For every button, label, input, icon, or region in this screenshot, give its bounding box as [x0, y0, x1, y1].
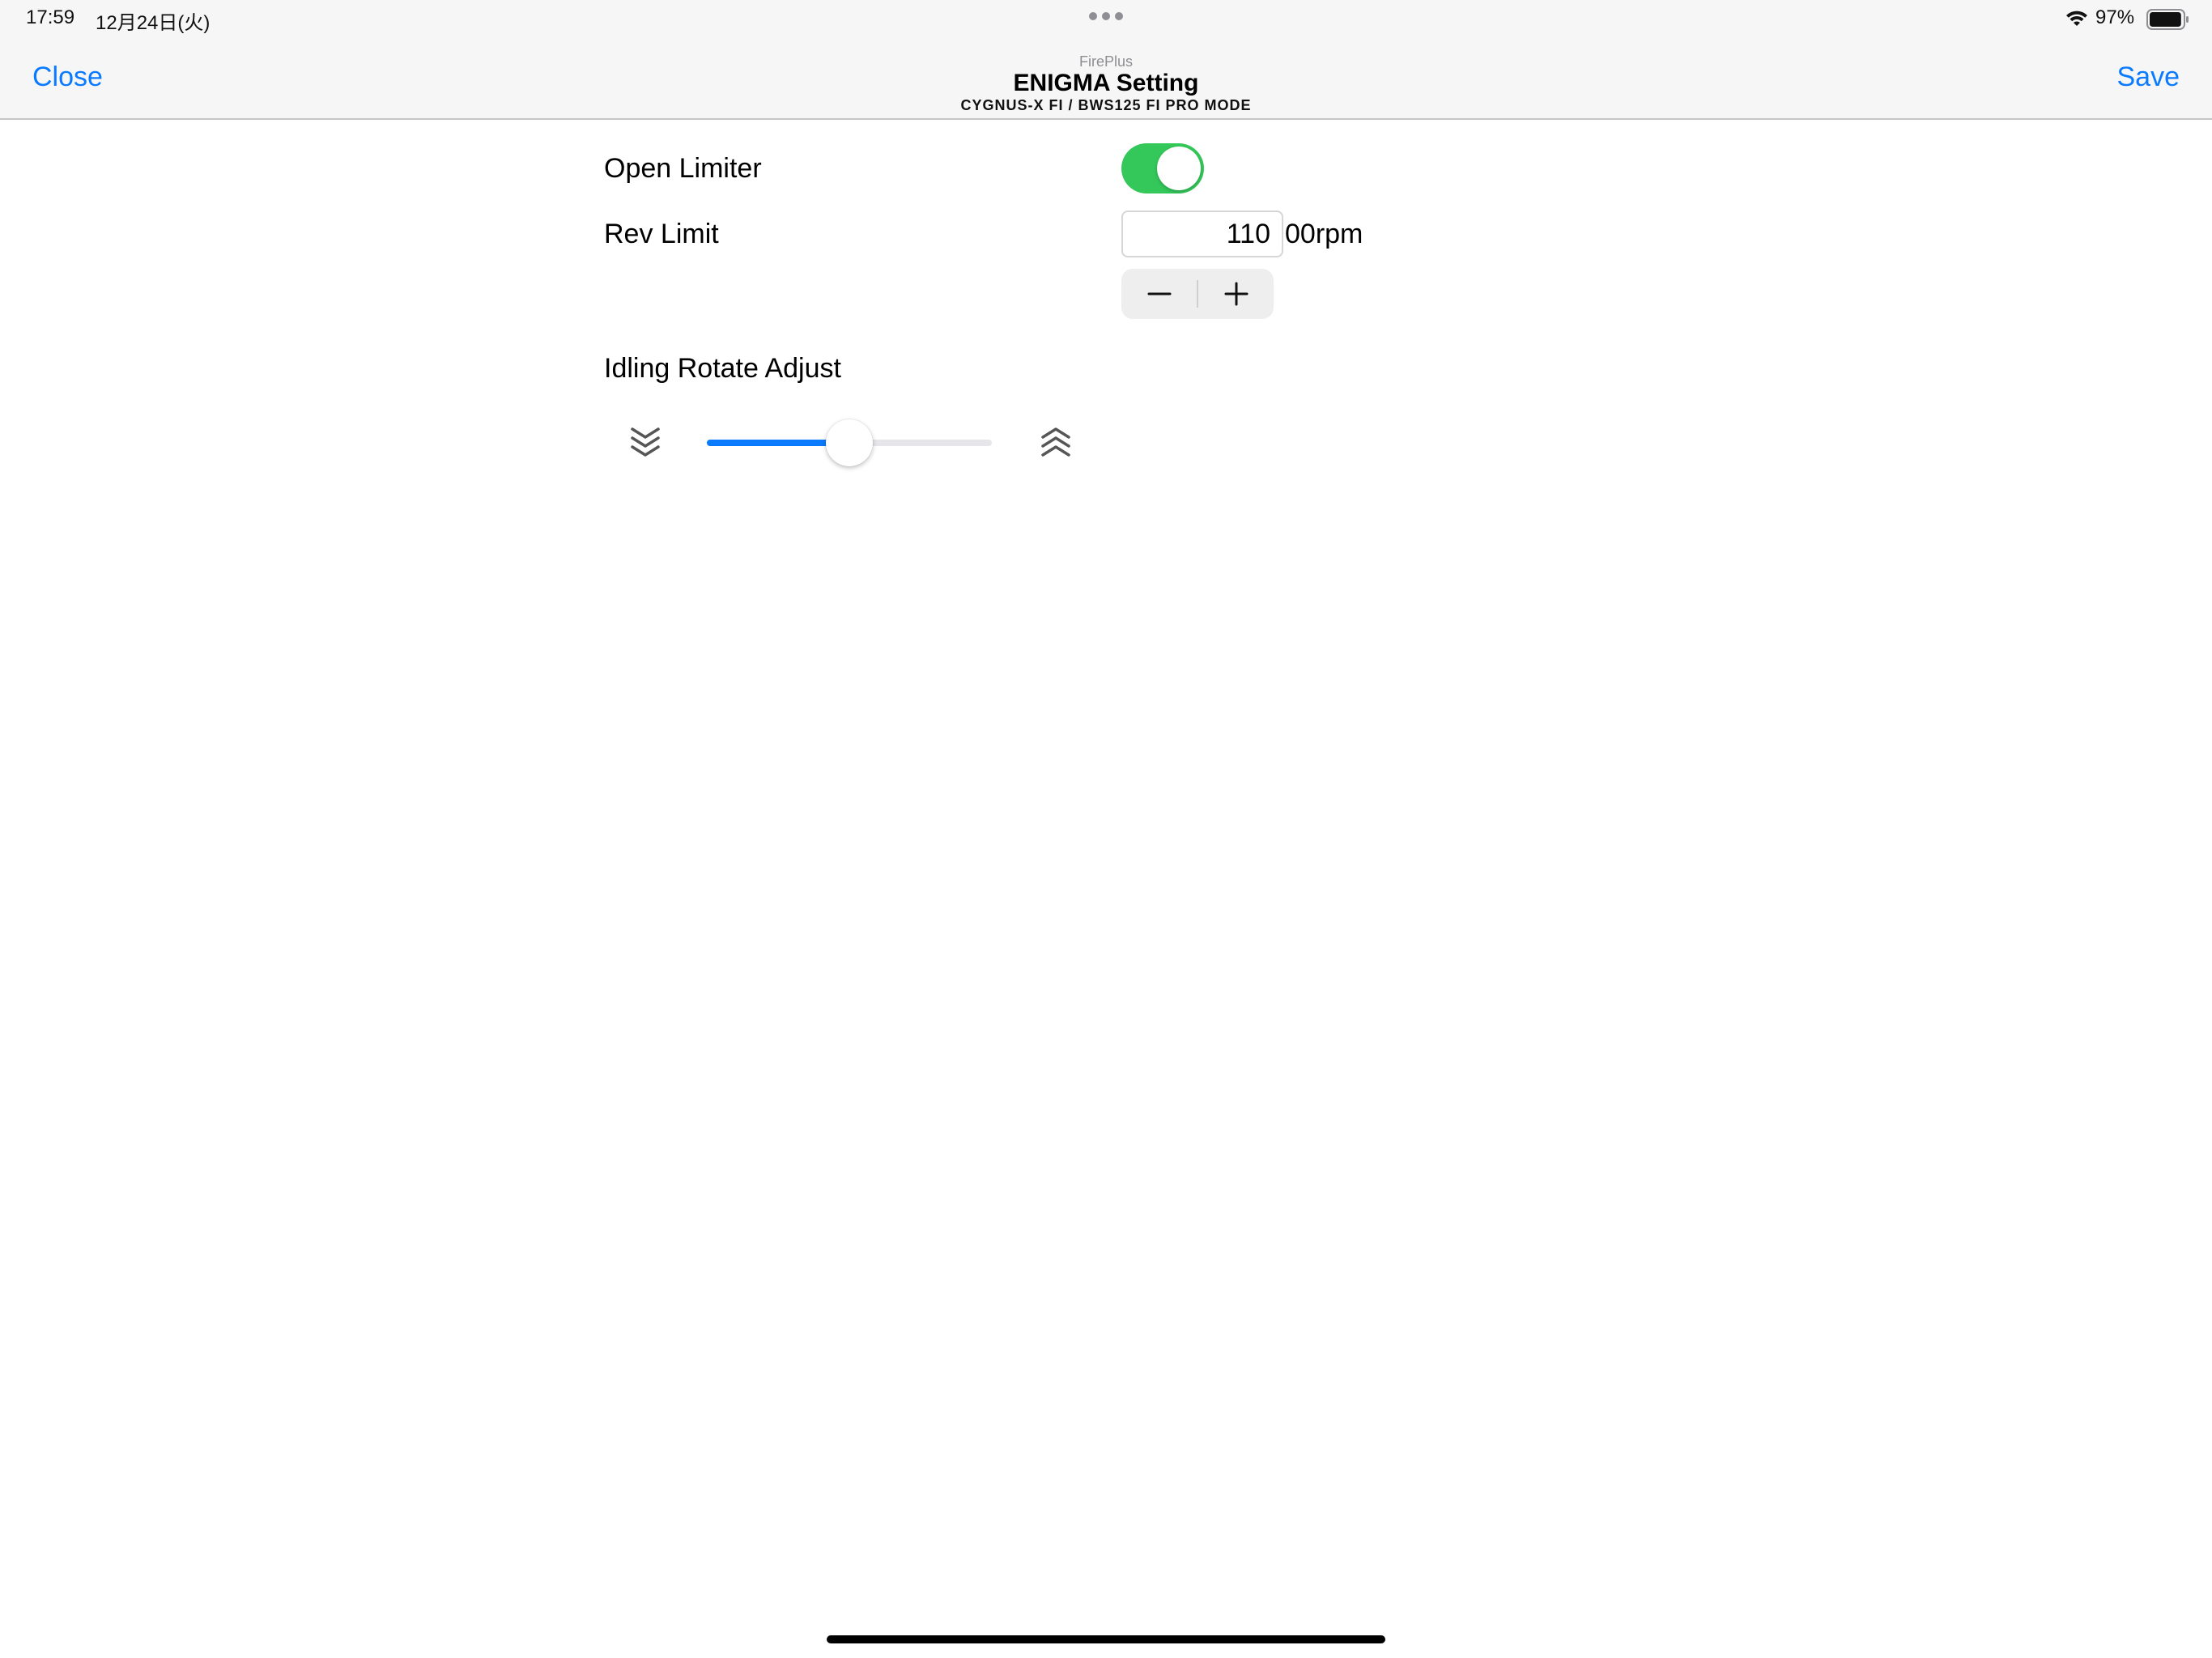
rev-limit-stepper	[1121, 269, 1274, 319]
rev-limit-unit: 00rpm	[1285, 219, 1363, 249]
page-subtitle: CYGNUS-X FI / BWS125 FI PRO MODE	[960, 97, 1252, 113]
rev-limit-label: Rev Limit	[604, 219, 719, 249]
wifi-icon	[2066, 11, 2087, 26]
open-limiter-toggle[interactable]	[1121, 143, 1204, 193]
idling-rotate-slider[interactable]	[707, 419, 992, 466]
home-indicator[interactable]	[827, 1635, 1385, 1643]
increment-button[interactable]	[1198, 269, 1274, 319]
rev-limit-input[interactable]	[1121, 210, 1283, 257]
battery-percent: 97%	[2095, 6, 2135, 28]
screen: 17:59 12月24日(火) 97% Close FirePlus ENIGM…	[0, 0, 2212, 1658]
toggle-knob	[1157, 147, 1201, 190]
open-limiter-label: Open Limiter	[604, 153, 762, 184]
decrement-button[interactable]	[1121, 269, 1197, 319]
idling-rotate-label: Idling Rotate Adjust	[604, 353, 841, 384]
status-date: 12月24日(火)	[96, 12, 211, 34]
battery-fill	[2150, 12, 2181, 27]
navigation-bar: Close FirePlus ENIGMA Setting CYGNUS-X F…	[0, 39, 2212, 120]
status-bar: 17:59 12月24日(火) 97%	[0, 0, 2212, 39]
multitasking-dots-icon[interactable]	[1089, 12, 1123, 20]
slider-thumb[interactable]	[826, 419, 873, 466]
plus-icon	[1224, 282, 1248, 306]
app-name: FirePlus	[1078, 53, 1133, 70]
save-button[interactable]: Save	[2117, 62, 2180, 93]
chevron-double-down-icon	[631, 427, 660, 457]
battery-icon	[2146, 9, 2189, 30]
page-title: ENIGMA Setting	[1013, 70, 1199, 96]
status-time: 17:59	[26, 6, 75, 28]
minus-icon	[1147, 292, 1171, 295]
nav-title-block: FirePlus ENIGMA Setting CYGNUS-X FI / BW…	[0, 53, 2212, 113]
chevron-double-up-icon	[1041, 427, 1070, 457]
